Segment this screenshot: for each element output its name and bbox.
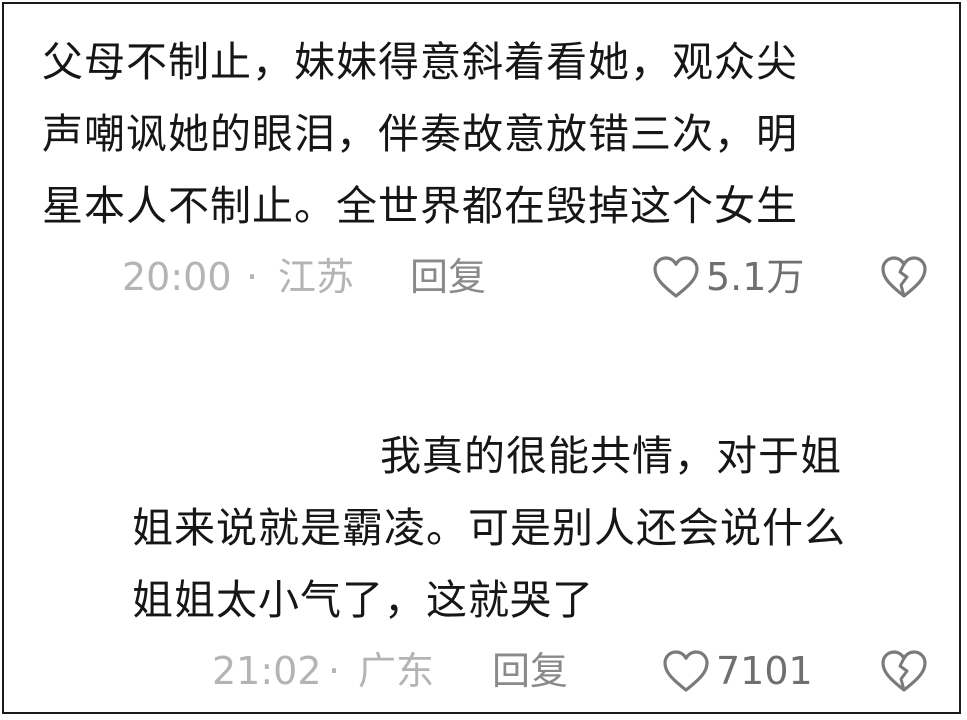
comment-2-like-count: 7101 [716,649,813,693]
heart-outline-icon [653,256,699,298]
comment-1-like-count: 5.1万 [706,255,805,299]
comment-1-line-1: 父母不制止，妹妹得意斜着看她，观众尖 [42,38,798,86]
comment-1-text: 父母不制止，妹妹得意斜着看她，观众尖 声嘲讽她的眼泪，伴奏故意放错三次，明 星本… [42,26,798,242]
comment-2-reply-button[interactable]: 回复 [492,646,568,696]
comment-2-line-2: 姐来说就是霸凌。可是别人还会说什么 [132,504,846,552]
screenshot-frame: 父母不制止，妹妹得意斜着看她，观众尖 声嘲讽她的眼泪，伴奏故意放错三次，明 星本… [2,2,961,714]
comment-1: 父母不制止，妹妹得意斜着看她，观众尖 声嘲讽她的眼泪，伴奏故意放错三次，明 星本… [42,26,798,242]
comment-2: 我真的很能共情，对于姐 姐来说就是霸凌。可是别人还会说什么 姐姐太小气了，这就哭… [132,420,846,636]
broken-heart-icon[interactable] [880,648,928,694]
comment-1-reply-button[interactable]: 回复 [410,252,486,302]
comment-1-line-3: 星本人不制止。全世界都在毁掉这个女生 [42,182,798,230]
comment-2-time: 21:02 [212,649,322,693]
comment-1-line-2: 声嘲讽她的眼泪，伴奏故意放错三次，明 [42,110,798,158]
comment-1-meta: 20:00 · 江苏 回复 5.1万 [4,252,959,302]
comment-1-location: 江苏 [278,255,355,299]
comment-1-time: 20:00 [122,255,232,299]
comment-2-meta: 21:02 · 广东 回复 7101 [4,646,959,696]
comment-1-like-button[interactable]: 5.1万 [652,252,804,302]
broken-heart-icon[interactable] [880,254,928,300]
heart-outline-icon [663,650,709,692]
comment-2-like-button[interactable]: 7101 [662,646,813,696]
comment-2-line-3: 姐姐太小气了，这就哭了 [132,576,594,624]
comment-1-separator: · [246,255,259,299]
comment-2-text: 我真的很能共情，对于姐 姐来说就是霸凌。可是别人还会说什么 姐姐太小气了，这就哭… [132,420,846,636]
comment-2-location: 广东 [358,649,435,693]
comment-2-line-1: 我真的很能共情，对于姐 [380,432,842,480]
comment-2-separator: · [328,649,341,693]
